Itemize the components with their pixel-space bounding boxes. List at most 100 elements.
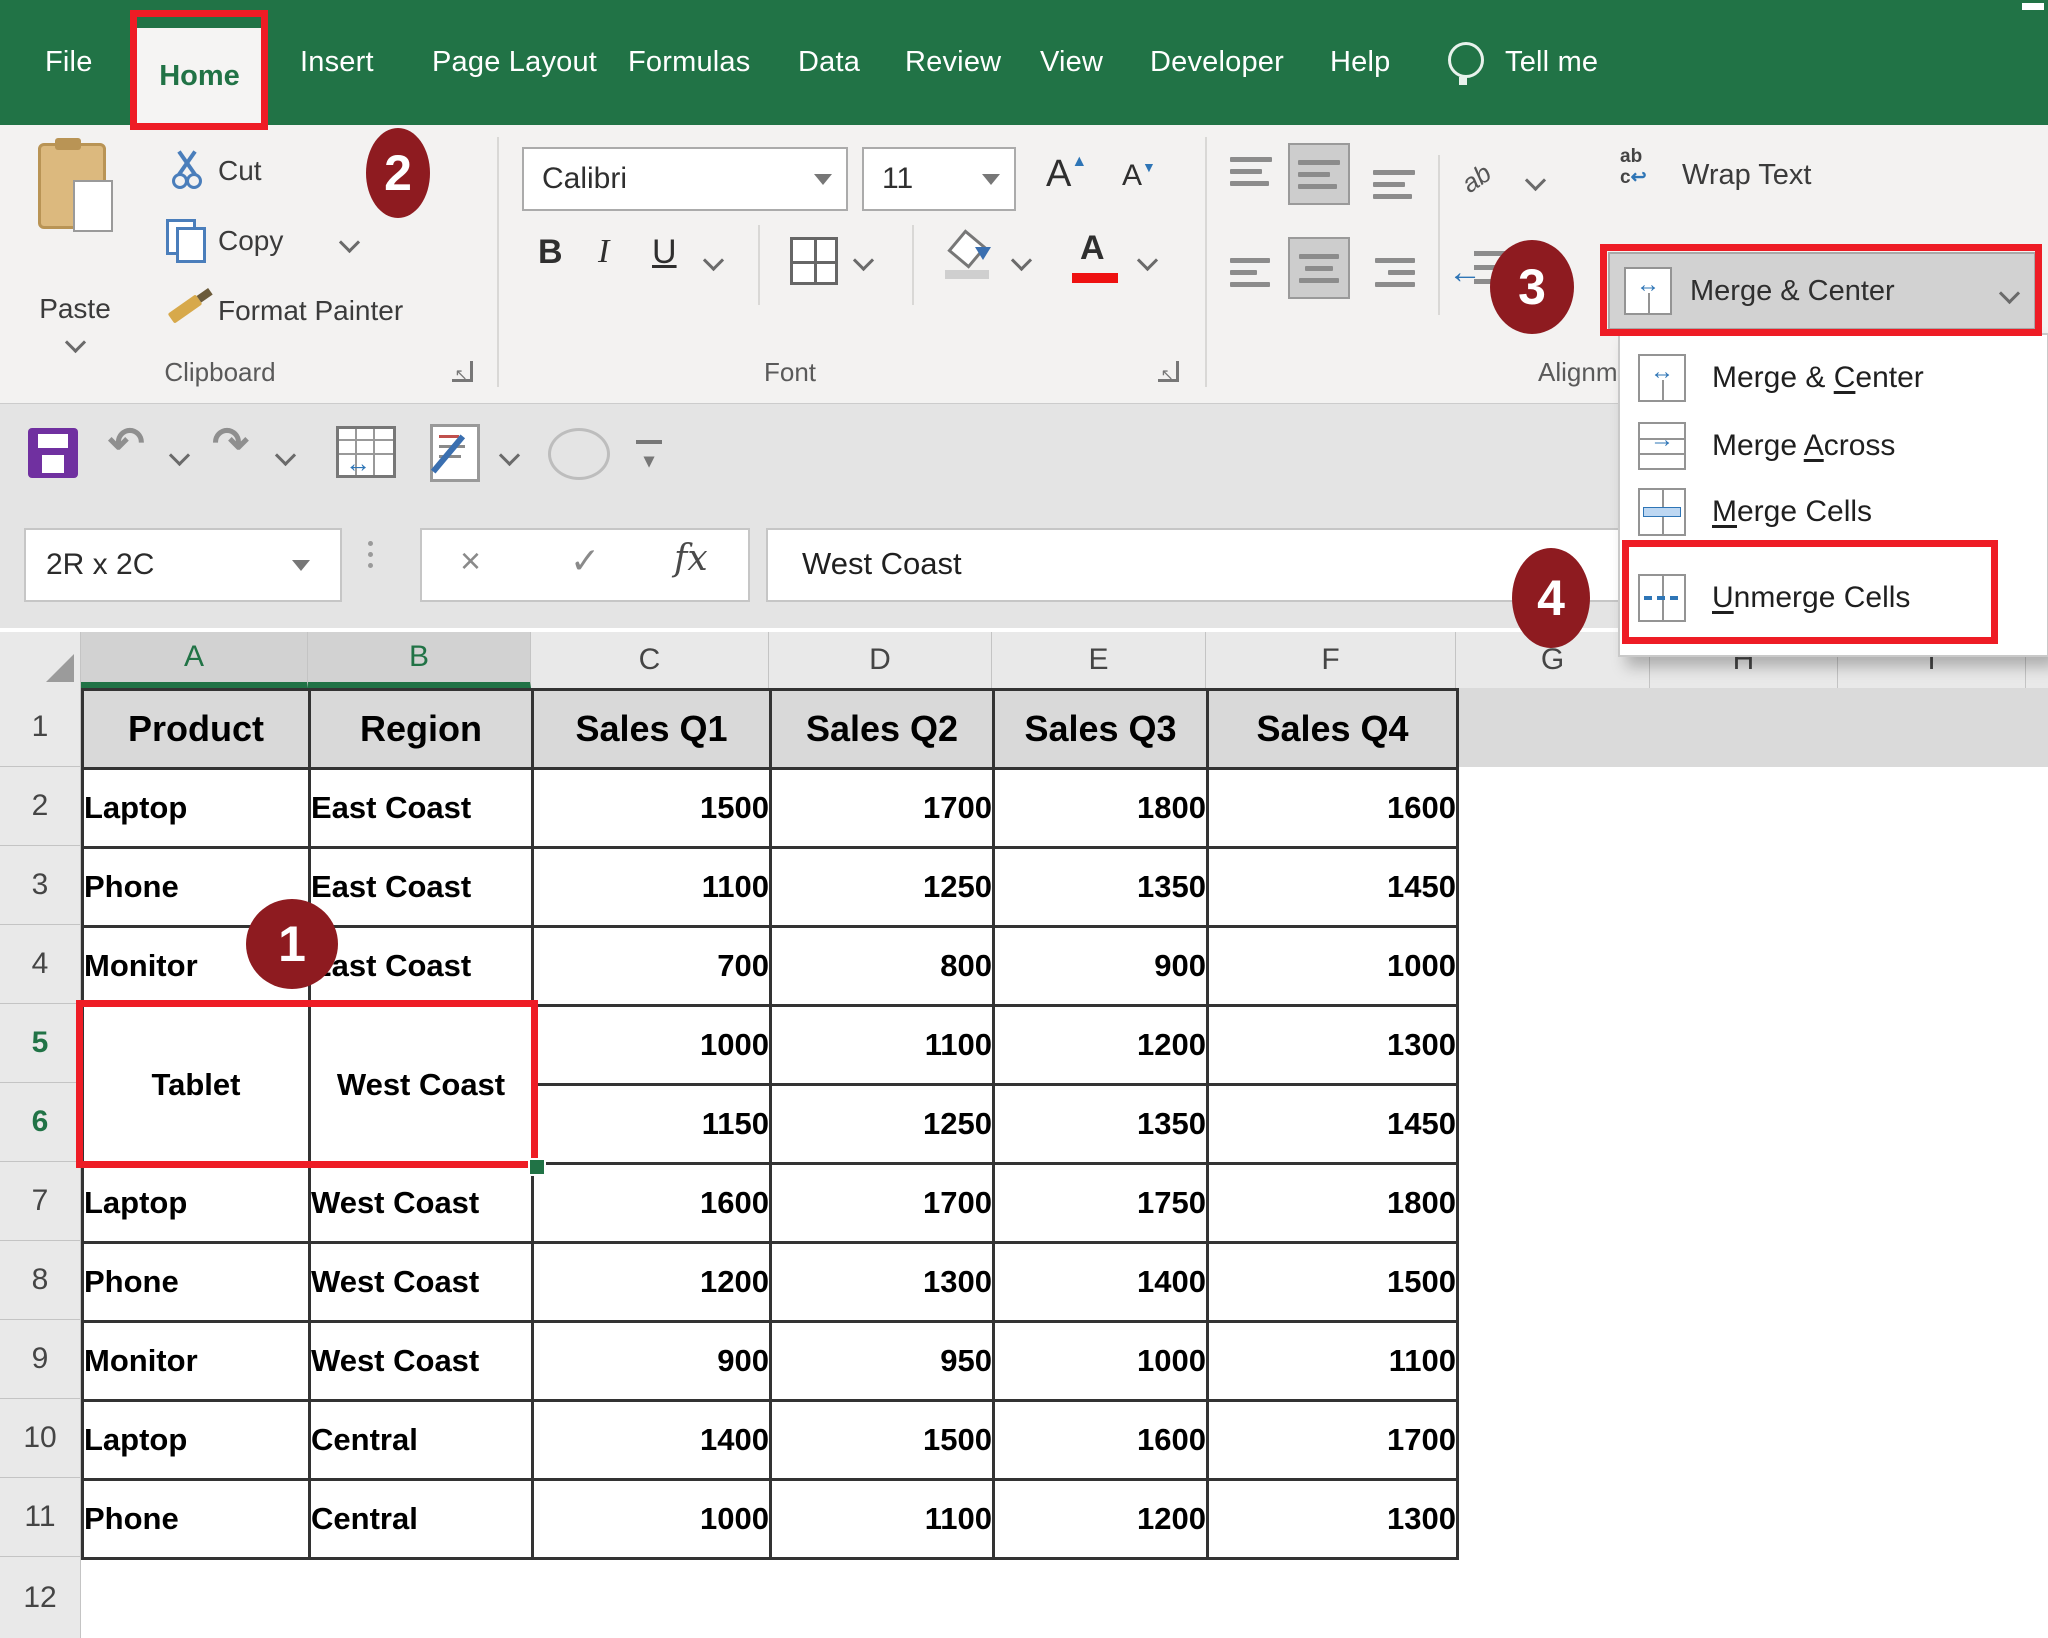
copy-button[interactable]: Copy	[160, 217, 460, 269]
cell-C4[interactable]: 700	[533, 927, 771, 1006]
cell-D2[interactable]: 1700	[771, 769, 994, 848]
cell-D11[interactable]: 1100	[771, 1480, 994, 1559]
tab-help[interactable]: Help	[1330, 0, 1390, 125]
cell-E10[interactable]: 1600	[994, 1401, 1208, 1480]
cell-E5[interactable]: 1200	[994, 1006, 1208, 1085]
cell-B7[interactable]: West Coast	[310, 1164, 533, 1243]
bold-button[interactable]: B	[538, 233, 563, 272]
cell-F6[interactable]: 1450	[1208, 1085, 1458, 1164]
redo-chevron-icon[interactable]	[275, 445, 296, 466]
cell-F1[interactable]: Sales Q4	[1208, 690, 1458, 769]
cancel-icon[interactable]: ×	[460, 540, 481, 582]
row-header-4[interactable]: 4	[0, 925, 80, 1004]
cell-F7[interactable]: 1800	[1208, 1164, 1458, 1243]
align-top-button[interactable]	[1222, 149, 1280, 207]
cell-A1[interactable]: Product	[83, 690, 310, 769]
row-header-3[interactable]: 3	[0, 846, 80, 925]
cell-C7[interactable]: 1600	[533, 1164, 771, 1243]
row-header-9[interactable]: 9	[0, 1320, 80, 1399]
cell-A2[interactable]: Laptop	[83, 769, 310, 848]
selection-fill-handle[interactable]	[528, 1158, 546, 1176]
increase-font-button[interactable]: A▲	[1046, 153, 1087, 196]
menu-item-merge-cells[interactable]: Merge Cells	[1620, 481, 2047, 543]
font-size-combobox[interactable]: 11	[862, 147, 1016, 211]
cell-A9[interactable]: Monitor	[83, 1322, 310, 1401]
cell-B4[interactable]: East Coast	[310, 927, 533, 1006]
cell-E2[interactable]: 1800	[994, 769, 1208, 848]
cell-F4[interactable]: 1000	[1208, 927, 1458, 1006]
column-header-E[interactable]: E	[992, 632, 1206, 688]
row-header-12[interactable]: 12	[0, 1557, 80, 1638]
row-header-7[interactable]: 7	[0, 1162, 80, 1241]
oval-shape-icon[interactable]	[548, 428, 610, 480]
column-header-B[interactable]: B	[308, 632, 531, 688]
cell-D8[interactable]: 1300	[771, 1243, 994, 1322]
cell-B10[interactable]: Central	[310, 1401, 533, 1480]
align-center-button[interactable]	[1290, 239, 1348, 297]
cell-B1[interactable]: Region	[310, 690, 533, 769]
cell-D5[interactable]: 1100	[771, 1006, 994, 1085]
cell-C8[interactable]: 1200	[533, 1243, 771, 1322]
tab-developer[interactable]: Developer	[1150, 0, 1284, 125]
cell-B2[interactable]: East Coast	[310, 769, 533, 848]
font-color-button[interactable]: A	[1080, 229, 1105, 268]
column-header-C[interactable]: C	[531, 632, 769, 688]
cell-E6[interactable]: 1350	[994, 1085, 1208, 1164]
cell-D6[interactable]: 1250	[771, 1085, 994, 1164]
select-all-corner[interactable]	[0, 632, 81, 688]
save-icon[interactable]	[28, 428, 78, 478]
cell-E1[interactable]: Sales Q3	[994, 690, 1208, 769]
tab-formulas[interactable]: Formulas	[628, 0, 750, 125]
cell-E9[interactable]: 1000	[994, 1322, 1208, 1401]
undo-chevron-icon[interactable]	[169, 445, 190, 466]
fill-color-button[interactable]	[945, 233, 991, 279]
cell-B3[interactable]: East Coast	[310, 848, 533, 927]
column-header-D[interactable]: D	[769, 632, 992, 688]
tab-file[interactable]: File	[45, 0, 93, 125]
cell-B9[interactable]: West Coast	[310, 1322, 533, 1401]
borders-button[interactable]	[790, 237, 838, 285]
cell-C3[interactable]: 1100	[533, 848, 771, 927]
cell-F11[interactable]: 1300	[1208, 1480, 1458, 1559]
italic-button[interactable]: I	[598, 233, 609, 271]
cell-C2[interactable]: 1500	[533, 769, 771, 848]
wrap-text-button[interactable]: abc↩ Wrap Text	[1620, 147, 1900, 207]
paste-button[interactable]: Paste	[20, 135, 130, 365]
tell-me-box[interactable]: Tell me	[1505, 0, 1598, 125]
edit-form-icon[interactable]	[430, 424, 480, 482]
enter-icon[interactable]: ✓	[570, 540, 600, 582]
insert-function-icon[interactable]: fx	[674, 538, 708, 579]
cell-E3[interactable]: 1350	[994, 848, 1208, 927]
row-header-6[interactable]: 6	[0, 1083, 80, 1162]
column-width-icon[interactable]: ↔	[336, 426, 396, 478]
cell-A7[interactable]: Laptop	[83, 1164, 310, 1243]
cell-F3[interactable]: 1450	[1208, 848, 1458, 927]
align-middle-button[interactable]	[1290, 145, 1348, 203]
font-dialog-launcher-icon[interactable]	[1158, 361, 1179, 382]
cell-D10[interactable]: 1500	[771, 1401, 994, 1480]
cell-D3[interactable]: 1250	[771, 848, 994, 927]
row-header-1[interactable]: 1	[0, 688, 80, 767]
row-header-10[interactable]: 10	[0, 1399, 80, 1478]
cell-A8[interactable]: Phone	[83, 1243, 310, 1322]
cell-C9[interactable]: 900	[533, 1322, 771, 1401]
cell-C6[interactable]: 1150	[533, 1085, 771, 1164]
cell-A11[interactable]: Phone	[83, 1480, 310, 1559]
tab-page-layout[interactable]: Page Layout	[432, 0, 597, 125]
column-header-F[interactable]: F	[1206, 632, 1456, 688]
cell-F10[interactable]: 1700	[1208, 1401, 1458, 1480]
name-box[interactable]: 2R x 2C	[24, 528, 342, 602]
tab-insert[interactable]: Insert	[300, 0, 374, 125]
column-header-A[interactable]: A	[81, 632, 308, 688]
cell-E4[interactable]: 900	[994, 927, 1208, 1006]
row-header-8[interactable]: 8	[0, 1241, 80, 1320]
redo-icon[interactable]: ↷	[212, 418, 249, 469]
cell-D1[interactable]: Sales Q2	[771, 690, 994, 769]
align-right-button[interactable]	[1365, 243, 1423, 301]
cell-C1[interactable]: Sales Q1	[533, 690, 771, 769]
menu-item-merge-and-center[interactable]: ↔ Merge & Center	[1620, 347, 2047, 409]
cell-A10[interactable]: Laptop	[83, 1401, 310, 1480]
tab-data[interactable]: Data	[798, 0, 860, 125]
row-header-5[interactable]: 5	[0, 1004, 80, 1083]
menu-item-merge-across[interactable]: → Merge Across	[1620, 415, 2047, 477]
